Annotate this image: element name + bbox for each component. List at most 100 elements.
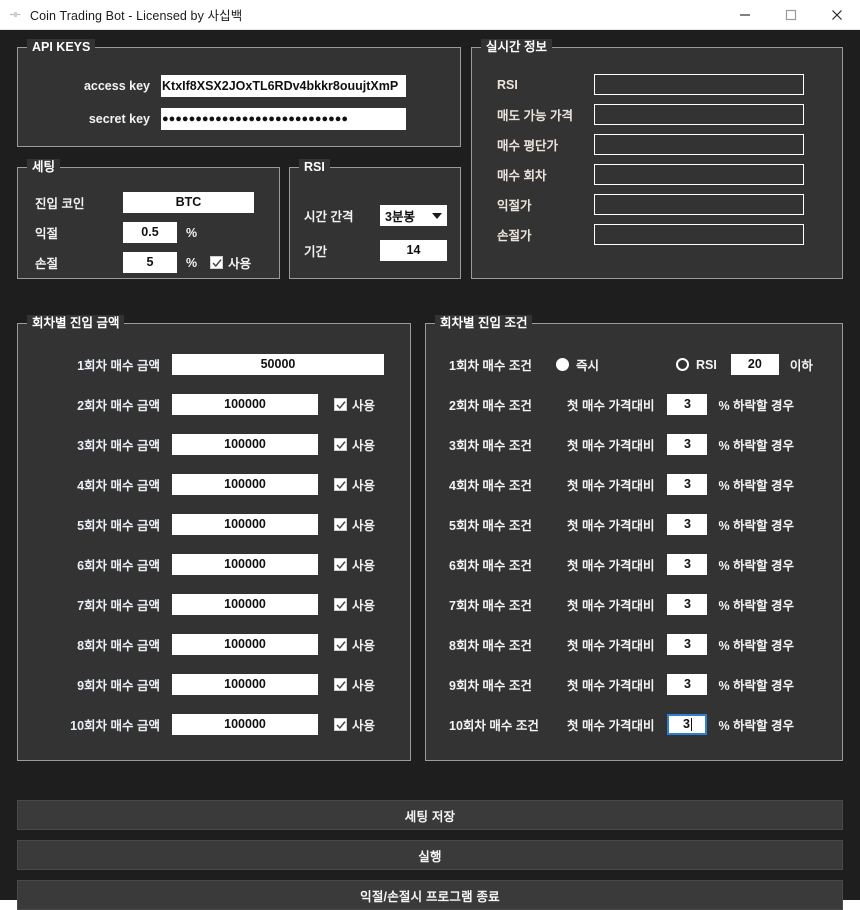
entry-amount-input-6[interactable]: 100000	[172, 554, 318, 575]
window-titlebar: Coin Trading Bot - Licensed by 사십백	[0, 0, 860, 30]
realtime-label-buy-count: 매수 회차	[497, 169, 547, 183]
rsi-legend: RSI	[299, 159, 330, 175]
chevron-down-icon	[432, 212, 442, 219]
api-keys-legend: API KEYS	[27, 39, 96, 55]
entry-amount-use-checkbox-9[interactable]: 사용	[334, 675, 375, 694]
take-profit-row: 익절 0.5 %	[18, 222, 279, 243]
entry-amount-row: 8회차 매수 금액 100000 사용	[18, 634, 410, 655]
setting-legend: 세팅	[27, 159, 61, 175]
entry-amount-row: 9회차 매수 금액 100000 사용	[18, 674, 410, 695]
exit-on-tp-sl-button[interactable]: 익절/손절시 프로그램 종료	[17, 880, 843, 910]
rsi-group: RSI 시간 간격 3분봉 기간 14	[289, 159, 461, 279]
stop-loss-use-checkbox[interactable]: 사용	[210, 253, 251, 272]
entry-amount-use-checkbox-8[interactable]: 사용	[334, 635, 375, 654]
entry-amount-row: 1회차 매수 금액 50000	[18, 354, 410, 375]
radio-immediate-label: 즉시	[576, 359, 600, 373]
checkmark-icon	[334, 438, 347, 451]
coin-input[interactable]: BTC	[123, 192, 254, 213]
entry-amount-label-2: 2회차 매수 금액	[77, 399, 160, 413]
entry-amount-input-7[interactable]: 100000	[172, 594, 318, 615]
entry-amount-use-label-6: 사용	[352, 559, 376, 573]
entry-condition-row-1: 1회차 매수 조건 즉시 RSI 20 이하	[426, 354, 842, 375]
entry-condition-group: 회차별 진입 조건 1회차 매수 조건 즉시 RSI 20 이하 2회차 매수 …	[425, 315, 843, 761]
entry-amount-legend: 회차별 진입 금액	[27, 315, 125, 331]
entry-amount-input-2[interactable]: 100000	[172, 394, 318, 415]
entry-amount-use-checkbox-10[interactable]: 사용	[334, 715, 375, 734]
checkmark-icon	[210, 256, 224, 269]
entry-condition-row: 8회차 매수 조건 첫 매수 가격대비 3 % 하락할 경우	[426, 634, 842, 655]
entry-condition-input-6[interactable]: 3	[667, 554, 708, 575]
entry-amount-label-10: 10회차 매수 금액	[70, 719, 160, 733]
realtime-value-avg-buy-price	[594, 134, 804, 155]
stop-loss-label: 손절	[35, 257, 59, 271]
setting-group: 세팅 진입 코인 BTC 익절 0.5 % 손절 5 % 사용	[17, 159, 280, 279]
entry-amount-use-checkbox-7[interactable]: 사용	[334, 595, 375, 614]
realtime-info-legend: 실시간 정보	[481, 39, 552, 55]
radio-rsi-label: RSI	[696, 357, 717, 372]
coin-label: 진입 코인	[35, 197, 85, 211]
entry-condition-row: 2회차 매수 조건 첫 매수 가격대비 3 % 하락할 경우	[426, 394, 842, 415]
save-button[interactable]: 세팅 저장	[17, 800, 843, 830]
entry-amount-use-checkbox-5[interactable]: 사용	[334, 515, 375, 534]
entry-condition-input-8[interactable]: 3	[667, 634, 708, 655]
entry-condition-label-1: 1회차 매수 조건	[449, 359, 532, 373]
entry-condition-input-4[interactable]: 3	[667, 474, 708, 495]
entry-amount-label-5: 5회차 매수 금액	[77, 519, 160, 533]
entry-condition-input-10[interactable]: 3	[667, 714, 708, 735]
entry-condition-input-2[interactable]: 3	[667, 394, 708, 415]
entry-amount-use-checkbox-4[interactable]: 사용	[334, 475, 375, 494]
entry-condition-suffix-2: % 하락할 경우	[718, 399, 795, 413]
api-keys-group: API KEYS access key KtxIf8XSX2JOxTL6RDv4…	[17, 39, 461, 147]
entry-condition-input-7[interactable]: 3	[667, 594, 708, 615]
entry-condition-label-7: 7회차 매수 조건	[449, 599, 532, 613]
entry-condition-suffix-4: % 하락할 경우	[718, 479, 795, 493]
run-button[interactable]: 실행	[17, 840, 843, 870]
entry-amount-input-5[interactable]: 100000	[172, 514, 318, 535]
stop-loss-unit: %	[186, 255, 198, 270]
entry-condition-row: 3회차 매수 조건 첫 매수 가격대비 3 % 하락할 경우	[426, 434, 842, 455]
entry-condition-input-3[interactable]: 3	[667, 434, 708, 455]
radio-rsi[interactable]: RSI	[676, 358, 717, 372]
entry-amount-label-4: 4회차 매수 금액	[77, 479, 160, 493]
entry-condition-rsi-input[interactable]: 20	[730, 354, 779, 375]
secret-key-input[interactable]: ●●●●●●●●●●●●●●●●●●●●●●●●●●●●	[161, 108, 406, 130]
entry-condition-suffix-3: % 하락할 경우	[718, 439, 795, 453]
radio-immediate[interactable]: 즉시	[556, 355, 676, 374]
entry-amount-input-3[interactable]: 100000	[172, 434, 318, 455]
entry-condition-label-8: 8회차 매수 조건	[449, 639, 532, 653]
stop-loss-input[interactable]: 5	[123, 252, 177, 273]
entry-condition-prefix-5: 첫 매수 가격대비	[567, 519, 655, 533]
checkmark-icon	[334, 718, 347, 731]
stop-loss-use-label: 사용	[228, 257, 252, 271]
minimize-icon[interactable]	[722, 0, 768, 29]
take-profit-input[interactable]: 0.5	[123, 222, 177, 243]
take-profit-label: 익절	[35, 227, 59, 241]
entry-amount-input-4[interactable]: 100000	[172, 474, 318, 495]
entry-condition-suffix-5: % 하락할 경우	[718, 519, 795, 533]
rsi-period-input[interactable]: 14	[380, 240, 447, 261]
entry-condition-prefix-7: 첫 매수 가격대비	[567, 599, 655, 613]
access-key-input[interactable]: KtxIf8XSX2JOxTL6RDv4bkkr8ouujtXmP	[161, 75, 406, 97]
realtime-info-group: 실시간 정보 RSI 매도 가능 가격 매수 평단가 매수 회차 익절가 손절가	[471, 39, 843, 279]
entry-amount-use-checkbox-6[interactable]: 사용	[334, 555, 375, 574]
maximize-icon[interactable]	[768, 0, 814, 29]
entry-condition-input-9[interactable]: 3	[667, 674, 708, 695]
app-icon	[0, 8, 30, 21]
entry-condition-input-5[interactable]: 3	[667, 514, 708, 535]
entry-amount-use-checkbox-2[interactable]: 사용	[334, 395, 375, 414]
close-icon[interactable]	[814, 0, 860, 29]
entry-amount-row: 6회차 매수 금액 100000 사용	[18, 554, 410, 575]
entry-amount-input-1[interactable]: 50000	[172, 354, 384, 375]
entry-condition-legend: 회차별 진입 조건	[435, 315, 533, 331]
rsi-interval-select[interactable]: 3분봉	[380, 205, 447, 226]
entry-amount-input-9[interactable]: 100000	[172, 674, 318, 695]
realtime-label-rsi: RSI	[497, 77, 518, 92]
entry-amount-row: 3회차 매수 금액 100000 사용	[18, 434, 410, 455]
stop-loss-row: 손절 5 % 사용	[18, 252, 279, 273]
entry-condition-prefix-4: 첫 매수 가격대비	[567, 479, 655, 493]
checkmark-icon	[334, 478, 347, 491]
window-title: Coin Trading Bot - Licensed by 사십백	[30, 9, 243, 23]
entry-amount-input-10[interactable]: 100000	[172, 714, 318, 735]
entry-amount-use-checkbox-3[interactable]: 사용	[334, 435, 375, 454]
entry-amount-input-8[interactable]: 100000	[172, 634, 318, 655]
